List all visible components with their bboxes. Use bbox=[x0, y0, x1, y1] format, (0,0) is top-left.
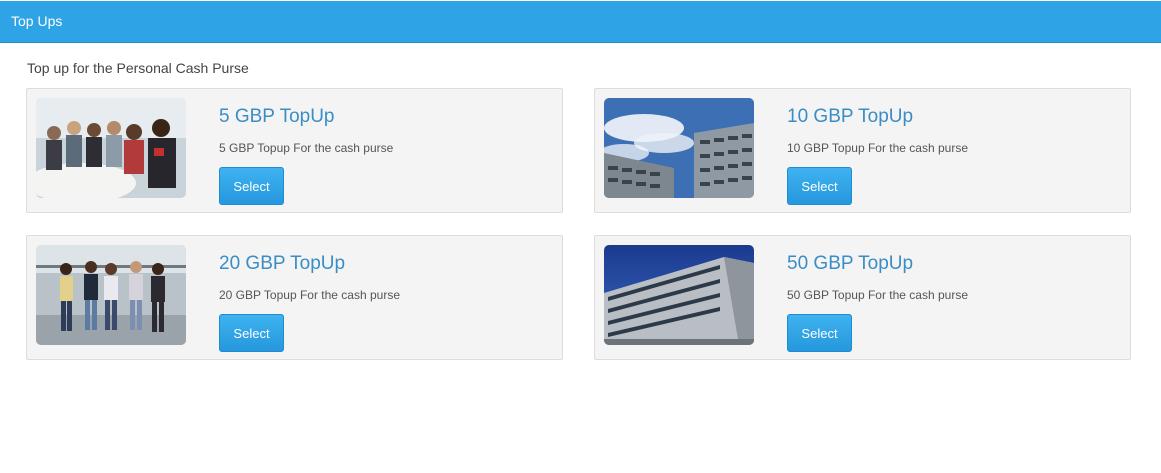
card-title: 5 GBP TopUp bbox=[219, 106, 335, 127]
card-title: 10 GBP TopUp bbox=[787, 106, 914, 127]
topup-card-10: 10 GBP TopUp 10 GBP Topup For the cash p… bbox=[594, 88, 1131, 213]
students-walking-photo bbox=[36, 245, 186, 345]
select-button-5[interactable]: Select bbox=[219, 167, 284, 205]
card-description: 10 GBP Topup For the cash purse bbox=[787, 141, 969, 155]
topup-card-20: 20 GBP TopUp 20 GBP Topup For the cash p… bbox=[26, 235, 563, 360]
card-title: 50 GBP TopUp bbox=[787, 253, 914, 274]
select-button-10[interactable]: Select bbox=[787, 167, 852, 205]
card-title: 20 GBP TopUp bbox=[219, 253, 346, 274]
campus-building-photo bbox=[604, 98, 754, 198]
topup-card-50: 50 GBP TopUp 50 GBP Topup For the cash p… bbox=[594, 235, 1131, 360]
select-button-50[interactable]: Select bbox=[787, 314, 852, 352]
select-button-20[interactable]: Select bbox=[219, 314, 284, 352]
page-header-title: Top Ups bbox=[11, 13, 63, 29]
page-subtitle: Top up for the Personal Cash Purse bbox=[27, 60, 249, 76]
card-description: 5 GBP Topup For the cash purse bbox=[219, 141, 394, 155]
students-group-photo bbox=[36, 98, 186, 198]
top-bar: Top Ups bbox=[0, 1, 1161, 43]
modern-building-photo bbox=[604, 245, 754, 345]
card-description: 20 GBP Topup For the cash purse bbox=[219, 288, 401, 302]
topup-card-5: 5 GBP TopUp 5 GBP Topup For the cash pur… bbox=[26, 88, 563, 213]
card-description: 50 GBP Topup For the cash purse bbox=[787, 288, 969, 302]
